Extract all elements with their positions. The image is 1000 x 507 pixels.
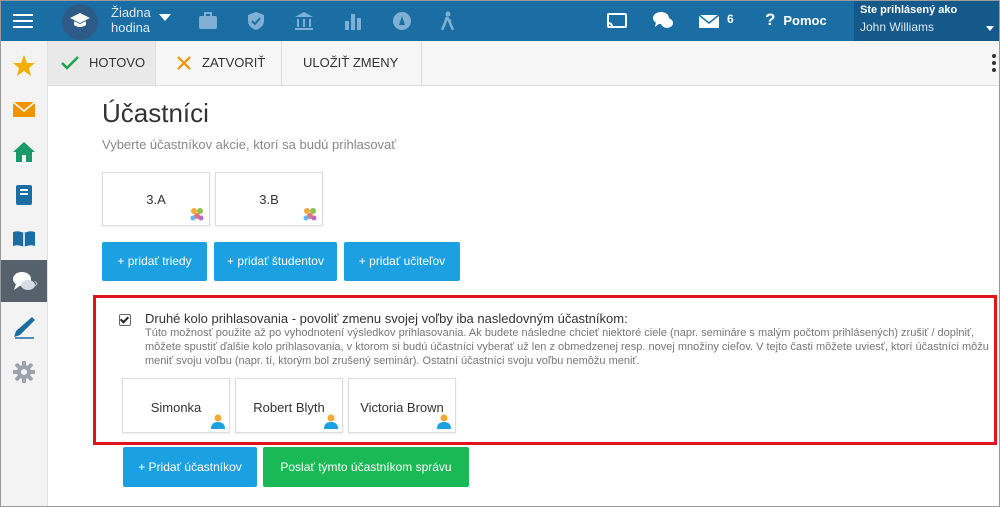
help-label: Pomoc [783, 13, 827, 28]
chevron-down-icon[interactable] [159, 14, 171, 21]
action-toolbar: HOTOVO ZATVORIŤ ULOŽIŤ ZMENY [48, 41, 999, 86]
logged-in-label: Ste prihlásený ako [860, 4, 958, 16]
chevron-right-icon: › [34, 276, 38, 290]
add-participants-button[interactable]: + Pridať účastníkov [123, 447, 257, 487]
chat-icon [13, 272, 35, 290]
participant-name: Robert Blyth [253, 400, 325, 415]
sidebar: › [1, 41, 48, 506]
participant-card[interactable]: Robert Blyth [235, 378, 343, 433]
app-window: Žiadna hodina 6 ? Pomoc Ste prihlásený ak… [0, 0, 1000, 507]
hour-line1: Žiadna [111, 5, 151, 20]
cast-icon[interactable] [606, 10, 628, 32]
more-options-icon[interactable] [992, 54, 996, 75]
page-subtitle: Vyberte účastníkov akcie, ktorí sa budú … [102, 137, 397, 152]
chevron-down-icon [986, 26, 994, 31]
mail-icon[interactable] [698, 10, 720, 32]
class-name: 3.B [259, 192, 279, 207]
sidebar-item-edit[interactable] [1, 305, 47, 347]
home-icon [13, 142, 35, 162]
close-icon [177, 56, 191, 70]
user-avatar-icon [211, 414, 225, 429]
notebook-icon [16, 185, 32, 205]
checkmark-icon [61, 56, 79, 70]
user-avatar-icon [324, 414, 338, 429]
close-label: ZATVORIŤ [202, 55, 266, 70]
pen-icon [14, 317, 35, 339]
save-label: ULOŽIŤ ZMENY [303, 55, 399, 70]
class-name: 3.A [146, 192, 166, 207]
top-bar: Žiadna hodina 6 ? Pomoc Ste prihlásený ak… [1, 1, 999, 41]
user-menu[interactable]: Ste prihlásený ako John Williams [854, 1, 999, 41]
menu-icon[interactable] [13, 11, 33, 31]
second-round-checkbox[interactable] [119, 314, 131, 326]
building-icon[interactable] [293, 10, 315, 32]
question-icon: ? [765, 10, 776, 29]
participant-name: Simonka [150, 400, 202, 415]
mail-icon [12, 101, 36, 117]
hour-line2: hodina [111, 20, 151, 35]
sidebar-item-settings[interactable] [1, 350, 47, 392]
participant-card[interactable]: Victoria Brown [348, 378, 456, 433]
group-icon [190, 208, 204, 221]
sidebar-item-messages[interactable] [1, 87, 47, 129]
main-content: Účastníci Vyberte účastníkov akcie, ktor… [48, 86, 999, 506]
sidebar-item-home[interactable] [1, 130, 47, 172]
save-button[interactable]: ULOŽIŤ ZMENY [282, 41, 422, 85]
page-title: Účastníci [102, 98, 209, 128]
open-book-icon [13, 231, 35, 247]
compass-icon[interactable] [391, 10, 413, 32]
sidebar-item-book[interactable] [1, 216, 47, 258]
gear-icon [13, 361, 35, 383]
second-round-title: Druhé kolo prihlasovania - povoliť zmenu… [145, 311, 628, 326]
sidebar-item-discussion[interactable]: › [1, 260, 47, 302]
close-button[interactable]: ZATVORIŤ [156, 41, 282, 85]
second-round-section: Druhé kolo prihlasovania - povoliť zmenu… [93, 295, 997, 445]
sidebar-item-notebook[interactable] [1, 173, 47, 215]
add-classes-button[interactable]: + pridať triedy [102, 242, 207, 281]
second-round-description: Túto možnosť použite až po vyhodnotení v… [145, 327, 989, 367]
school-logo-icon[interactable] [62, 4, 98, 40]
briefcase-icon[interactable] [197, 10, 219, 32]
add-students-button[interactable]: + pridať študentov [214, 242, 337, 281]
chat-icon[interactable] [652, 10, 674, 32]
done-button[interactable]: HOTOVO [48, 41, 156, 85]
bar-chart-icon[interactable] [342, 10, 364, 32]
participant-name: Victoria Brown [360, 400, 444, 415]
class-card[interactable]: 3.A [102, 172, 210, 226]
done-label: HOTOVO [89, 55, 146, 70]
message-participants-button[interactable]: Poslať týmto účastníkom správu [263, 447, 469, 487]
current-hour-selector[interactable]: Žiadna hodina [111, 5, 151, 35]
hiking-icon[interactable] [437, 10, 459, 32]
shield-icon[interactable] [245, 10, 267, 32]
sidebar-item-favorites[interactable] [1, 44, 47, 86]
class-card[interactable]: 3.B [215, 172, 323, 226]
user-name: John Williams [860, 20, 935, 34]
user-avatar-icon [437, 414, 451, 429]
message-count-badge: 6 [727, 12, 734, 26]
help-link[interactable]: ? Pomoc [765, 10, 827, 30]
add-teachers-button[interactable]: + pridať učiteľov [344, 242, 460, 281]
group-icon [303, 208, 317, 221]
star-icon [13, 55, 35, 76]
participant-card[interactable]: Simonka [122, 378, 230, 433]
